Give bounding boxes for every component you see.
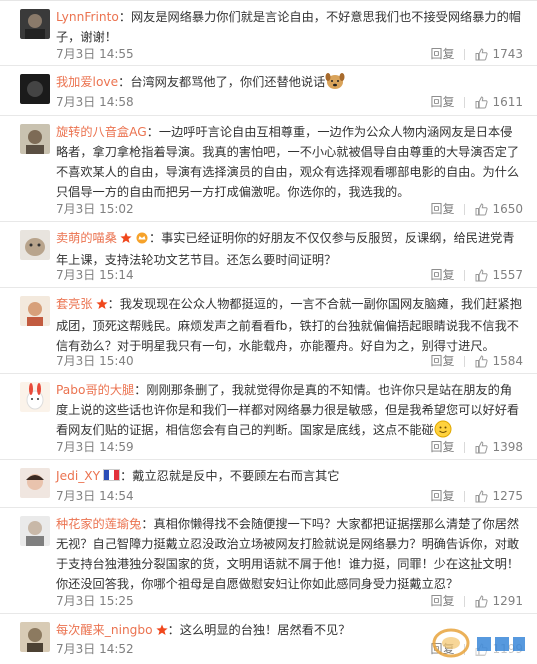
comment-meta: 7月3日 15:14 回复 1557 bbox=[56, 266, 523, 284]
comment-time: 7月3日 14:52 bbox=[56, 642, 134, 656]
username-link[interactable]: LynnFrinto bbox=[56, 10, 119, 24]
france-flag-icon bbox=[103, 469, 121, 481]
comment-time: 7月3日 14:55 bbox=[56, 47, 134, 61]
comment-content: LynnFrinto：网友是网络暴力你们就是言论自由，不好意思我们也不接受网络暴… bbox=[56, 10, 521, 44]
like-count: 1291 bbox=[492, 594, 523, 608]
thumbs-up-icon bbox=[475, 202, 489, 215]
username-link[interactable]: 套亮张 bbox=[56, 297, 93, 311]
username-link[interactable]: 种花家的莲瑜兔 bbox=[56, 517, 141, 531]
like-button[interactable]: 1650 bbox=[475, 200, 523, 218]
comment-meta: 7月3日 14:59 回复 1398 bbox=[56, 438, 523, 456]
like-count: 1611 bbox=[492, 95, 523, 109]
thumbs-up-icon bbox=[475, 95, 489, 108]
comment-time: 7月3日 15:02 bbox=[56, 202, 134, 216]
star-badge-icon bbox=[120, 230, 132, 250]
like-count: 1398 bbox=[492, 440, 523, 454]
reply-button[interactable]: 回复 bbox=[430, 200, 454, 218]
avatar[interactable] bbox=[20, 230, 50, 260]
like-count: 1743 bbox=[492, 47, 523, 61]
username-link[interactable]: Pabo哥的大腿 bbox=[56, 383, 134, 397]
avatar[interactable] bbox=[20, 9, 50, 39]
avatar[interactable] bbox=[20, 124, 50, 154]
username-link[interactable]: 卖萌的喵桑 bbox=[56, 231, 117, 245]
reply-button[interactable]: 回复 bbox=[430, 352, 454, 370]
comment-text: 台湾网友都骂他了，你们还替他说话 bbox=[130, 75, 326, 89]
avatar[interactable] bbox=[20, 296, 50, 326]
username-link[interactable]: 我加爱love bbox=[56, 75, 118, 89]
comment-text: 戴立忍就是反中，不要顾左右而言其它 bbox=[132, 469, 340, 483]
like-button[interactable]: 1584 bbox=[475, 352, 523, 370]
star-badge-icon bbox=[156, 622, 168, 642]
comment-list: LynnFrinto：网友是网络暴力你们就是言论自由，不好意思我们也不接受网络暴… bbox=[0, 0, 537, 661]
like-button[interactable]: 1291 bbox=[475, 592, 523, 610]
thumbs-up-icon bbox=[475, 354, 489, 367]
reply-button[interactable]: 回复 bbox=[430, 438, 454, 456]
comment-meta: 7月3日 15:40 回复 1584 bbox=[56, 352, 523, 370]
username-link[interactable]: 每次醒来_ningbo bbox=[56, 623, 153, 637]
comment-item: 套亮张 ：我发现现在公众人物都挺逗的，一言不合就一副你国网友脑瘫，我们赶紧抱成团，… bbox=[0, 288, 537, 374]
comment-meta: 7月3日 15:25 回复 1291 bbox=[56, 592, 523, 610]
comment-meta: 7月3日 14:54 回复 1275 bbox=[56, 487, 523, 505]
comment-item: 旋转的八音盒AG：一边呼吁言论自由互相尊重，一边作为公众人物内涵网友是日本侵略者… bbox=[0, 116, 537, 222]
comment-content: Pabo哥的大腿：刚刚那条删了，我就觉得你是真的不知情。也许你只是站在朋友的角度… bbox=[56, 380, 523, 444]
comment-item: 种花家的莲瑜兔：真相你懒得找不会随便搜一下吗？大家都把证据摆那么清楚了你居然无视… bbox=[0, 508, 537, 614]
reply-button[interactable]: 回复 bbox=[430, 93, 454, 111]
vip-crown-icon bbox=[135, 230, 149, 250]
username-link[interactable]: 旋转的八音盒AG bbox=[56, 125, 147, 139]
like-count: 1584 bbox=[492, 354, 523, 368]
like-count: 1557 bbox=[492, 268, 523, 282]
comment-text: 这么明显的台独！居然看不见？ bbox=[179, 623, 351, 637]
thumbs-up-icon bbox=[475, 47, 489, 60]
like-count: 1275 bbox=[492, 489, 523, 503]
reply-button[interactable]: 回复 bbox=[430, 592, 454, 610]
like-button[interactable]: 1275 bbox=[475, 487, 523, 505]
reply-button[interactable]: 回复 bbox=[430, 266, 454, 284]
reply-button[interactable]: 回复 bbox=[430, 487, 454, 505]
like-button[interactable]: 1557 bbox=[475, 266, 523, 284]
thumbs-up-icon bbox=[475, 268, 489, 281]
comment-time: 7月3日 14:54 bbox=[56, 489, 134, 503]
avatar[interactable] bbox=[20, 516, 50, 546]
comment-meta: 7月3日 14:55 回复 1743 bbox=[56, 45, 523, 63]
like-count: 1650 bbox=[492, 202, 523, 216]
username-link[interactable]: Jedi_XY bbox=[56, 469, 100, 483]
reply-button[interactable]: 回复 bbox=[430, 45, 454, 63]
comment-content: 卖萌的喵桑 ：事实已经证明你的好朋友不仅仅参与反服贸，反课纲，给民进党青年上课，支… bbox=[56, 230, 515, 267]
avatar[interactable] bbox=[20, 74, 50, 104]
comment-content: 旋转的八音盒AG：一边呼吁言论自由互相尊重，一边作为公众人物内涵网友是日本侵略者… bbox=[56, 125, 520, 199]
comment-time: 7月3日 15:40 bbox=[56, 354, 134, 368]
thumbs-up-icon bbox=[475, 489, 489, 502]
site-logo-watermark bbox=[429, 615, 537, 661]
avatar[interactable] bbox=[20, 382, 50, 412]
comment-content: 套亮张 ：我发现现在公众人物都挺逗的，一言不合就一副你国网友脑瘫，我们赶紧抱成团，… bbox=[56, 296, 522, 353]
comment-text: 我发现现在公众人物都挺逗的，一言不合就一副你国网友脑瘫，我们赶紧抱成团，顶死这帮… bbox=[56, 297, 522, 353]
comment-item: Jedi_XY ：戴立忍就是反中，不要顾左右而言其它 7月3日 14:54 回复 … bbox=[0, 460, 537, 508]
comment-time: 7月3日 14:58 bbox=[56, 95, 134, 109]
comment-content: 种花家的莲瑜兔：真相你懒得找不会随便搜一下吗？大家都把证据摆那么清楚了你居然无视… bbox=[56, 517, 520, 591]
comment-time: 7月3日 15:25 bbox=[56, 594, 134, 608]
comment-meta: 7月3日 15:02 回复 1650 bbox=[56, 200, 523, 218]
like-button[interactable]: 1398 bbox=[475, 438, 523, 456]
like-button[interactable]: 1743 bbox=[475, 45, 523, 63]
comment-item: LynnFrinto：网友是网络暴力你们就是言论自由，不好意思我们也不接受网络暴… bbox=[0, 1, 537, 66]
comment-item: Pabo哥的大腿：刚刚那条删了，我就觉得你是真的不知情。也许你只是站在朋友的角度… bbox=[0, 374, 537, 460]
comment-item: 我加爱love：台湾网友都骂他了，你们还替他说话 7月3日 14:58 回复 1… bbox=[0, 66, 537, 116]
comment-meta: 7月3日 14:58 回复 1611 bbox=[56, 93, 523, 111]
thumbs-up-icon bbox=[475, 594, 489, 607]
like-button[interactable]: 1611 bbox=[475, 93, 523, 111]
avatar[interactable] bbox=[20, 622, 50, 652]
comment-time: 7月3日 15:14 bbox=[56, 268, 134, 282]
avatar[interactable] bbox=[20, 468, 50, 498]
thumbs-up-icon bbox=[475, 440, 489, 453]
comment-content: Jedi_XY ：戴立忍就是反中，不要顾左右而言其它 bbox=[56, 469, 340, 483]
comment-time: 7月3日 14:59 bbox=[56, 440, 134, 454]
star-badge-icon bbox=[95, 296, 108, 316]
comment-item: 卖萌的喵桑 ：事实已经证明你的好朋友不仅仅参与反服贸，反课纲，给民进党青年上课，支… bbox=[0, 222, 537, 288]
